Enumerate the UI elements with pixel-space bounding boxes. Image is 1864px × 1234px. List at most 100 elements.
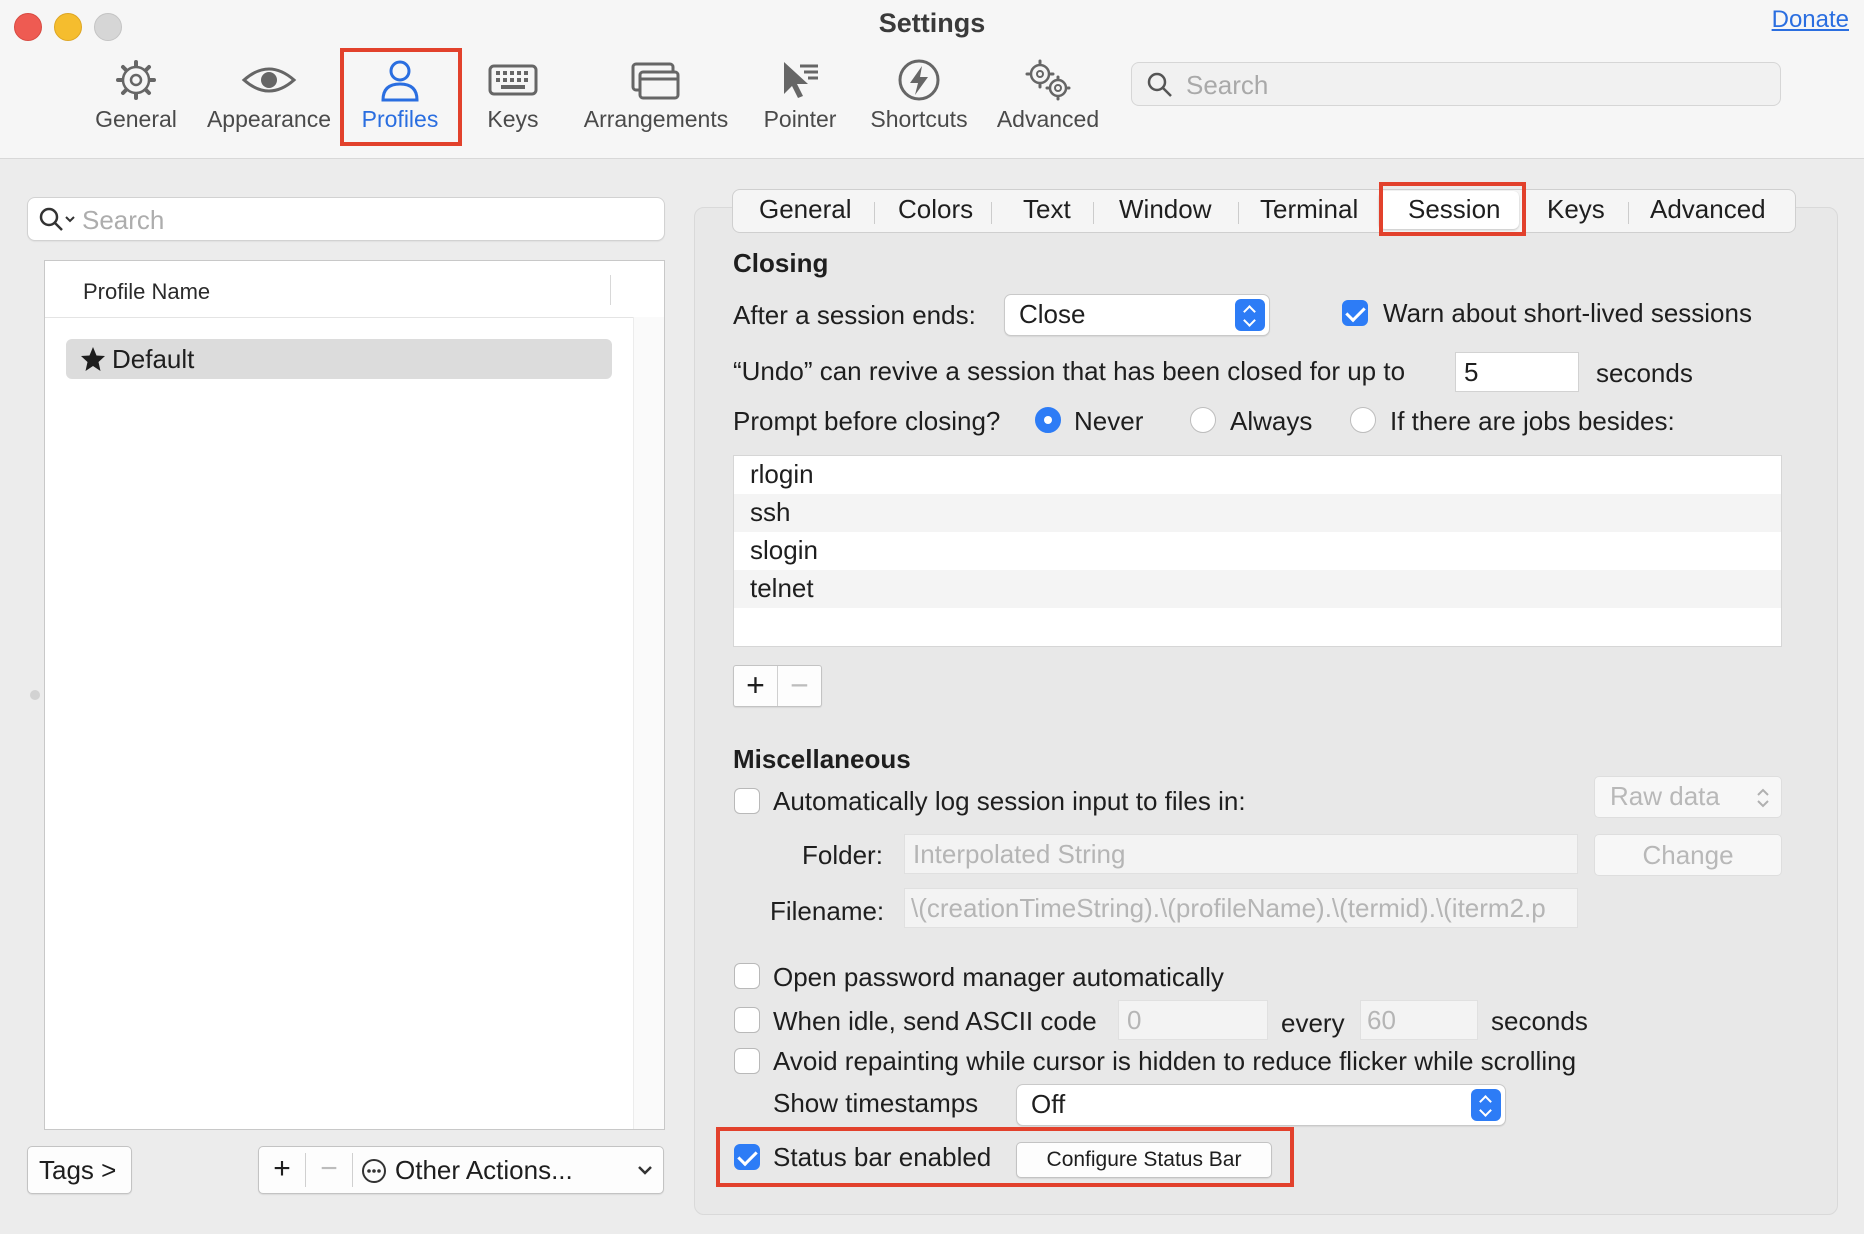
- timestamps-value: Off: [1031, 1089, 1066, 1119]
- gear-icon: [116, 60, 156, 100]
- search-placeholder: Search: [1186, 70, 1269, 100]
- tab-keys[interactable]: Keys: [1547, 194, 1605, 225]
- log-format-value: Raw data: [1610, 781, 1720, 811]
- after-session-popup[interactable]: Close: [1004, 294, 1270, 336]
- list-item[interactable]: rlogin: [734, 456, 1781, 494]
- toolbar-label: Pointer: [763, 106, 837, 132]
- tab-separator: [1628, 202, 1629, 224]
- toolbar: Settings Donate General Appearance Profi…: [0, 0, 1864, 159]
- undo-seconds-field[interactable]: 5: [1455, 352, 1579, 392]
- profile-list-header[interactable]: Profile Name: [45, 261, 664, 318]
- prompt-always-radio[interactable]: [1190, 407, 1216, 433]
- donate-link[interactable]: Donate: [1772, 6, 1849, 34]
- tab-separator: [1238, 202, 1239, 224]
- toolbar-general[interactable]: General: [90, 58, 182, 138]
- idle-code-placeholder: 0: [1127, 1005, 1142, 1035]
- gears-icon: [1025, 59, 1071, 101]
- toolbar-advanced[interactable]: Advanced: [996, 58, 1100, 138]
- job-buttons: + −: [733, 665, 822, 707]
- toolbar-appearance[interactable]: Appearance: [204, 58, 334, 138]
- filename-label: Filename:: [770, 896, 885, 926]
- profile-list-scrollbar[interactable]: [633, 317, 664, 1129]
- change-folder-button[interactable]: Change: [1594, 834, 1782, 876]
- avoid-repaint-checkbox[interactable]: [734, 1048, 760, 1074]
- idle-unit-label: seconds: [1491, 1006, 1588, 1036]
- idle-ascii-code-field[interactable]: 0: [1118, 1000, 1268, 1040]
- warn-short-lived-checkbox[interactable]: [1342, 300, 1368, 326]
- closing-section-title: Closing: [733, 248, 829, 278]
- toolbar-label: Appearance: [206, 106, 332, 132]
- warn-short-lived-label: Warn about short-lived sessions: [1383, 298, 1752, 328]
- add-job-button[interactable]: +: [734, 666, 777, 706]
- remove-profile-button[interactable]: −: [306, 1147, 352, 1193]
- tab-terminal[interactable]: Terminal: [1260, 194, 1358, 225]
- tab-separator: [874, 202, 875, 224]
- profiles-highlight-box: [340, 48, 462, 146]
- filename-field[interactable]: \(creationTimeString).\(profileName).\(t…: [904, 888, 1578, 928]
- after-session-label: After a session ends:: [733, 300, 976, 330]
- folder-field[interactable]: Interpolated String: [904, 834, 1578, 874]
- prompt-jobs-radio[interactable]: [1350, 407, 1376, 433]
- prompt-always-label: Always: [1230, 406, 1313, 436]
- timestamps-popup[interactable]: Off: [1016, 1084, 1506, 1126]
- toolbar-label: General: [95, 106, 177, 132]
- bolt-icon: [898, 59, 940, 101]
- list-item[interactable]: ssh: [734, 494, 1781, 532]
- tab-general[interactable]: General: [759, 194, 852, 225]
- tab-separator: [991, 202, 992, 224]
- tab-advanced[interactable]: Advanced: [1650, 194, 1766, 225]
- ellipsis-circle-icon: [362, 1159, 386, 1183]
- tab-window[interactable]: Window: [1119, 194, 1211, 225]
- filename-value: \(creationTimeString).\(profileName).\(t…: [911, 893, 1546, 923]
- profile-actions-bar: + − Other Actions...: [258, 1146, 664, 1194]
- job-name: telnet: [750, 573, 814, 603]
- folder-label: Folder:: [802, 840, 883, 870]
- undo-label: “Undo” can revive a session that has bee…: [733, 356, 1406, 386]
- toolbar-pointer[interactable]: Pointer: [758, 58, 842, 138]
- change-button-label: Change: [1642, 840, 1734, 870]
- show-timestamps-label: Show timestamps: [773, 1088, 979, 1118]
- tab-text[interactable]: Text: [1023, 194, 1071, 225]
- search-icon: [1147, 72, 1172, 97]
- session-tab-highlight-box: [1379, 182, 1526, 236]
- list-item[interactable]: slogin: [734, 532, 1781, 570]
- folder-placeholder: Interpolated String: [913, 839, 1126, 869]
- chevron-updown-icon: [1757, 788, 1769, 808]
- list-item[interactable]: telnet: [734, 570, 1781, 608]
- tags-button-label: Tags >: [39, 1155, 117, 1185]
- remove-job-button[interactable]: −: [778, 666, 821, 706]
- password-manager-label: Open password manager automatically: [773, 962, 1224, 992]
- tags-button[interactable]: Tags >: [27, 1146, 132, 1194]
- toolbar-keys[interactable]: Keys: [478, 58, 548, 138]
- popup-stepper-icon: [1235, 299, 1265, 331]
- tab-colors[interactable]: Colors: [898, 194, 973, 225]
- column-header-profile-name[interactable]: Profile Name: [83, 279, 210, 305]
- other-actions-menu[interactable]: Other Actions...: [353, 1147, 663, 1193]
- job-name: slogin: [750, 535, 818, 565]
- undo-unit-label: seconds: [1596, 358, 1693, 388]
- tab-separator: [1093, 202, 1094, 224]
- split-view-handle[interactable]: [30, 690, 40, 700]
- eye-icon: [241, 67, 297, 93]
- idle-interval-field[interactable]: 60: [1360, 1000, 1478, 1040]
- auto-log-checkbox[interactable]: [734, 788, 760, 814]
- keyboard-icon: [488, 64, 538, 96]
- toolbar-arrangements[interactable]: Arrangements: [580, 58, 732, 138]
- log-format-popup[interactable]: Raw data: [1594, 776, 1782, 818]
- add-profile-button[interactable]: +: [259, 1147, 305, 1193]
- toolbar-search-field[interactable]: Search: [1131, 62, 1781, 106]
- profile-search-field[interactable]: Search: [27, 197, 665, 241]
- star-icon: [81, 347, 105, 371]
- jobs-list: rlogin ssh slogin telnet: [733, 455, 1782, 647]
- prompt-jobs-label: If there are jobs besides:: [1390, 406, 1675, 436]
- profile-list: Profile Name Default: [44, 260, 665, 1130]
- job-name: ssh: [750, 497, 791, 527]
- prompt-never-radio[interactable]: [1035, 407, 1061, 433]
- avoid-repaint-label: Avoid repainting while cursor is hidden …: [773, 1046, 1577, 1076]
- profile-row-default[interactable]: Default: [66, 339, 612, 379]
- password-manager-checkbox[interactable]: [734, 963, 760, 989]
- toolbar-shortcuts[interactable]: Shortcuts: [866, 58, 972, 138]
- idle-ascii-checkbox[interactable]: [734, 1007, 760, 1033]
- pointer-icon: [784, 62, 818, 98]
- windows-icon: [631, 62, 680, 100]
